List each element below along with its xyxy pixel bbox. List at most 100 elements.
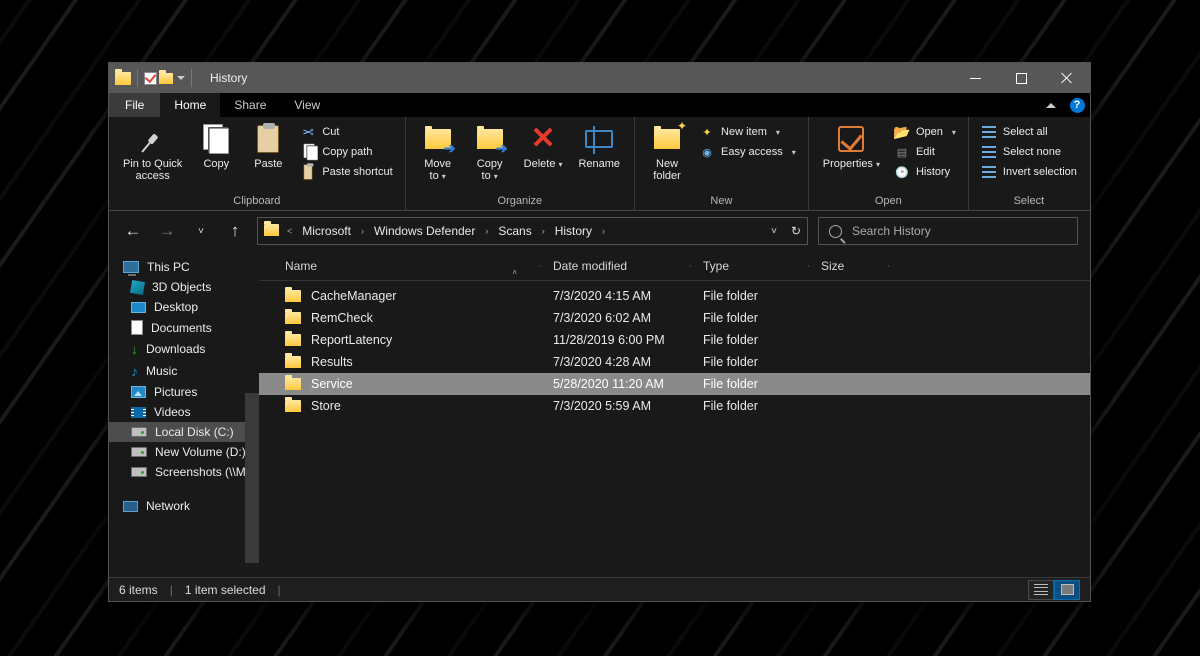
- sidebar-desktop[interactable]: Desktop: [109, 297, 259, 317]
- paste-button[interactable]: Paste: [244, 121, 292, 172]
- file-date: 7/3/2020 4:28 AM: [541, 355, 691, 369]
- crumb-windows-defender[interactable]: Windows Defender: [370, 224, 479, 238]
- status-bar: 6 items | 1 item selected |: [109, 577, 1090, 601]
- copy-to-icon: ➔: [474, 123, 506, 155]
- history-button[interactable]: 🕑History: [890, 163, 960, 181]
- network-drive-icon: [131, 467, 147, 477]
- sidebar-screenshots[interactable]: Screenshots (\\M: [109, 462, 259, 482]
- crumb-history[interactable]: History: [551, 224, 596, 238]
- chevron-right-icon[interactable]: ›: [483, 226, 490, 236]
- recent-dropdown[interactable]: ˅: [189, 226, 213, 237]
- invert-selection-button[interactable]: Invert selection: [977, 163, 1081, 181]
- title-bar[interactable]: History: [109, 63, 1090, 93]
- move-to-icon: ➔: [422, 123, 454, 155]
- sidebar-local-disk-c[interactable]: Local Disk (C:): [109, 422, 259, 442]
- address-bar[interactable]: < Microsoft › Windows Defender › Scans › Hi…: [257, 217, 808, 245]
- pin-to-quick-access-button[interactable]: Pin to Quick access: [117, 121, 188, 184]
- sidebar-music[interactable]: ♪Music: [109, 360, 259, 382]
- open-button[interactable]: 📂Open▾: [890, 123, 960, 141]
- window-title: History: [210, 71, 247, 85]
- delete-button[interactable]: ✕Delete▾: [518, 121, 569, 172]
- table-row[interactable]: ReportLatency11/28/2019 6:00 PMFile fold…: [259, 329, 1090, 351]
- tab-view[interactable]: View: [280, 93, 334, 117]
- file-name: CacheManager: [311, 289, 396, 303]
- view-thumbnails-button[interactable]: [1054, 580, 1080, 600]
- new-folder-button[interactable]: ✦New folder: [643, 121, 691, 184]
- sidebar-scrollbar[interactable]: [245, 393, 259, 563]
- sidebar-new-volume-d[interactable]: New Volume (D:): [109, 442, 259, 462]
- sidebar-3d-objects[interactable]: 3D Objects: [109, 277, 259, 297]
- crumb-microsoft[interactable]: Microsoft: [298, 224, 355, 238]
- up-button[interactable]: ↑: [223, 221, 247, 241]
- column-type[interactable]: Type: [691, 259, 809, 273]
- file-name: Service: [311, 377, 353, 391]
- collapse-ribbon-button[interactable]: [1038, 93, 1064, 117]
- sidebar-documents[interactable]: Documents: [109, 317, 259, 338]
- chevron-right-icon[interactable]: ›: [600, 226, 607, 236]
- folder-icon: [285, 290, 301, 302]
- paste-shortcut-button[interactable]: Paste shortcut: [296, 163, 396, 181]
- ribbon-group-new: ✦New folder ✦New item▾ ◉Easy access▾ New: [635, 117, 809, 210]
- close-button[interactable]: [1044, 63, 1090, 93]
- drive-icon: [131, 427, 147, 437]
- move-to-button[interactable]: ➔Move to▾: [414, 121, 462, 184]
- copy-to-button[interactable]: ➔Copy to▾: [466, 121, 514, 184]
- select-none-button[interactable]: Select none: [977, 143, 1081, 161]
- table-row[interactable]: CacheManager7/3/2020 4:15 AMFile folder: [259, 285, 1090, 307]
- column-name[interactable]: Name˄: [273, 259, 541, 273]
- new-item-button[interactable]: ✦New item▾: [695, 123, 800, 141]
- rename-button[interactable]: Rename: [572, 121, 626, 172]
- column-size[interactable]: Size: [809, 259, 889, 273]
- tab-share[interactable]: Share: [220, 93, 280, 117]
- maximize-button[interactable]: [998, 63, 1044, 93]
- tab-file[interactable]: File: [109, 93, 160, 117]
- checkmark-icon[interactable]: [144, 72, 157, 85]
- crumb-scans[interactable]: Scans: [494, 224, 535, 238]
- select-none-icon: [981, 144, 997, 160]
- table-row[interactable]: Results7/3/2020 4:28 AMFile folder: [259, 351, 1090, 373]
- chevron-up-icon: [1046, 103, 1056, 108]
- table-row[interactable]: Service5/28/2020 11:20 AMFile folder: [259, 373, 1090, 395]
- new-item-icon: ✦: [699, 124, 715, 140]
- search-input[interactable]: Search History: [818, 217, 1078, 245]
- table-row[interactable]: RemCheck7/3/2020 6:02 AMFile folder: [259, 307, 1090, 329]
- refresh-button[interactable]: ↻: [791, 224, 801, 238]
- easy-access-button[interactable]: ◉Easy access▾: [695, 143, 800, 161]
- search-icon: [829, 225, 842, 238]
- file-date: 11/28/2019 6:00 PM: [541, 333, 691, 347]
- file-name: ReportLatency: [311, 333, 392, 347]
- sidebar-pictures[interactable]: Pictures: [109, 382, 259, 402]
- chevron-right-icon[interactable]: ›: [359, 226, 366, 236]
- back-button[interactable]: ←: [121, 221, 145, 241]
- sidebar-downloads[interactable]: ↓Downloads: [109, 338, 259, 360]
- sidebar-network[interactable]: Network: [109, 496, 259, 516]
- chevron-left-icon[interactable]: <: [285, 226, 294, 236]
- help-icon: ?: [1070, 98, 1085, 113]
- minimize-button[interactable]: [952, 63, 998, 93]
- new-folder-icon: ✦: [651, 123, 683, 155]
- forward-button[interactable]: →: [155, 221, 179, 241]
- view-details-button[interactable]: [1028, 580, 1054, 600]
- copy-path-button[interactable]: Copy path: [296, 143, 396, 161]
- details-view-icon: [1034, 584, 1048, 596]
- clipboard-icon: [252, 123, 284, 155]
- select-all-icon: [981, 124, 997, 140]
- qat-folder[interactable]: [159, 73, 173, 84]
- sidebar-videos[interactable]: Videos: [109, 402, 259, 422]
- column-date[interactable]: Date modified: [541, 259, 691, 273]
- qat-dropdown-icon[interactable]: [177, 76, 185, 80]
- tab-home[interactable]: Home: [160, 93, 220, 117]
- document-icon: [131, 320, 143, 335]
- sidebar-this-pc[interactable]: This PC: [109, 257, 259, 277]
- edit-button[interactable]: ▤Edit: [890, 143, 960, 161]
- chevron-right-icon[interactable]: ›: [540, 226, 547, 236]
- status-item-count: 6 items: [119, 583, 158, 597]
- help-button[interactable]: ?: [1064, 93, 1090, 117]
- copy-button[interactable]: Copy: [192, 121, 240, 172]
- properties-button[interactable]: Properties▾: [817, 121, 886, 172]
- address-dropdown[interactable]: ˅: [771, 226, 777, 237]
- cut-button[interactable]: ✂Cut: [296, 123, 396, 141]
- network-icon: [123, 501, 138, 512]
- table-row[interactable]: Store7/3/2020 5:59 AMFile folder: [259, 395, 1090, 417]
- select-all-button[interactable]: Select all: [977, 123, 1081, 141]
